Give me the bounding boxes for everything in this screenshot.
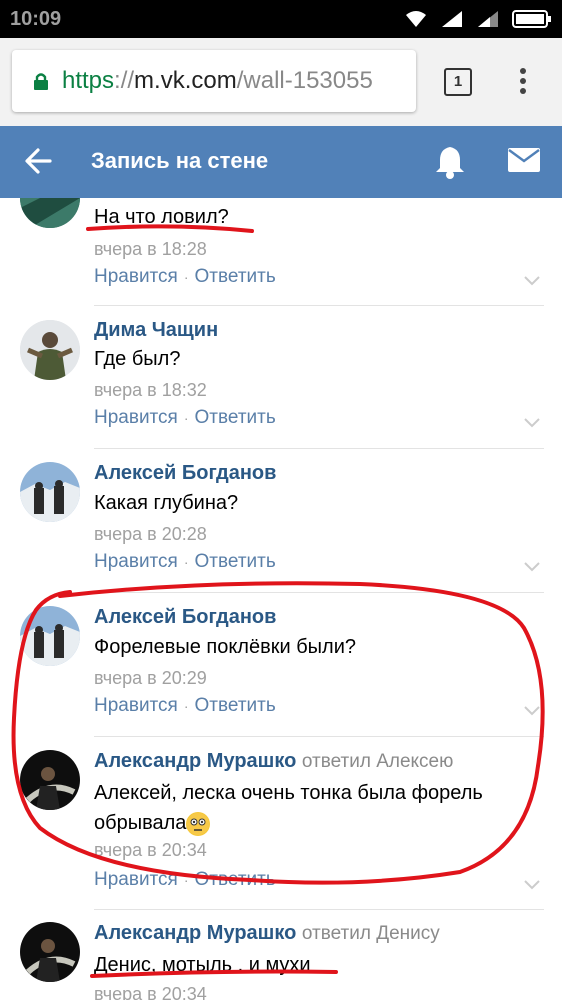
mail-icon[interactable] <box>508 148 540 172</box>
status-bar: 10:09 <box>0 0 562 38</box>
separator-dot: · <box>183 554 189 570</box>
author-name[interactable]: Алексей Богданов <box>94 462 276 484</box>
author-name[interactable]: Александр Мурашко <box>94 750 296 772</box>
divider <box>94 736 544 737</box>
signal-icon <box>442 11 462 27</box>
avatar[interactable] <box>20 198 80 228</box>
address-bar[interactable]: https://m.vk.com/wall-153055 <box>12 50 416 112</box>
comment-text: Денис, мотыль , и мухи <box>94 954 311 976</box>
like-link[interactable]: Нравится <box>94 407 178 428</box>
chevron-down-icon[interactable] <box>524 418 540 428</box>
flushed-face-emoji-icon <box>186 811 211 836</box>
comment-text: Где был? <box>94 348 181 370</box>
like-link[interactable]: Нравится <box>94 869 178 890</box>
separator-dot: · <box>183 698 189 714</box>
comment-text: На что ловил? <box>94 206 229 228</box>
url-text: https://m.vk.com/wall-153055 <box>62 67 373 95</box>
url-host: m.vk.com <box>134 67 237 94</box>
author-name[interactable]: Александр Мурашко <box>94 922 296 944</box>
reply-link[interactable]: Ответить <box>195 551 276 572</box>
reply-to-label: ответил Денису <box>301 923 440 944</box>
avatar[interactable] <box>20 320 80 380</box>
bell-icon[interactable] <box>434 144 466 180</box>
status-time: 10:09 <box>10 8 62 30</box>
comment-item: Алексей Богданов Какая глубина? вчера в … <box>0 450 562 594</box>
chevron-down-icon[interactable] <box>524 706 540 716</box>
comment-item: Александр Мурашко ответил Алексею Алексе… <box>0 738 562 910</box>
reply-link[interactable]: Ответить <box>195 695 276 716</box>
author-name[interactable]: Дима Чащин <box>94 319 218 341</box>
browser-toolbar: https://m.vk.com/wall-153055 1 <box>0 38 562 126</box>
comment-text: Алексей, леска очень тонка была форель о… <box>94 778 534 838</box>
avatar[interactable] <box>20 462 80 522</box>
url-path: /wall-153055 <box>236 67 373 94</box>
author-name[interactable]: Алексей Богданов <box>94 606 276 628</box>
comment-text: Какая глубина? <box>94 492 239 514</box>
comment-time: вчера в 20:28 <box>94 524 207 544</box>
comment-time: вчера в 20:34 <box>94 984 207 1000</box>
separator-dot: · <box>183 269 189 285</box>
comment-item: Алексей Богданов Форелевые поклёвки были… <box>0 594 562 738</box>
separator-dot: · <box>183 410 189 426</box>
comment-author[interactable]: Дима Чащин <box>94 319 218 342</box>
comment-author[interactable]: Алексей Богданов <box>94 606 276 629</box>
wifi-icon <box>406 11 426 27</box>
comment-actions: Нравится · Ответить <box>94 695 276 717</box>
comment-author[interactable]: Алексей Богданов <box>94 462 276 485</box>
like-link[interactable]: Нравится <box>94 551 178 572</box>
like-link[interactable]: Нравится <box>94 266 178 287</box>
comment-author[interactable]: Александр Мурашко ответил Денису <box>94 922 440 945</box>
avatar[interactable] <box>20 606 80 666</box>
url-scheme: https <box>62 67 115 94</box>
comment-text: Форелевые поклёвки были? <box>94 636 357 658</box>
status-icons <box>404 9 552 29</box>
comment-item: Дима Чащин Где был? вчера в 18:32 Нравит… <box>0 306 562 450</box>
comment-text-content: Алексей, леска очень тонка была форель о… <box>94 782 483 834</box>
comments-feed: На что ловил? вчера в 18:28 Нравится · Отв… <box>0 198 562 1000</box>
comment-time: вчера в 20:34 <box>94 840 207 860</box>
chevron-down-icon[interactable] <box>524 276 540 286</box>
comment-actions: Нравится · Ответить <box>94 407 276 429</box>
chevron-down-icon[interactable] <box>524 562 540 572</box>
signal-icon-2 <box>478 11 498 27</box>
url-separator: :// <box>114 67 135 94</box>
app-header: Запись на стене <box>0 126 562 198</box>
lock-icon <box>34 73 48 90</box>
comment-actions: Нравится · Ответить <box>94 266 276 288</box>
comment-actions: Нравится · Ответить <box>94 551 276 573</box>
separator-dot: · <box>183 872 189 888</box>
reply-link[interactable]: Ответить <box>195 266 276 287</box>
comment-item: На что ловил? вчера в 18:28 Нравится · Отв… <box>0 198 562 308</box>
overflow-menu-button[interactable] <box>518 68 528 96</box>
divider <box>94 592 544 593</box>
comment-author[interactable]: Александр Мурашко ответил Алексею <box>94 750 453 773</box>
comment-item: Александр Мурашко ответил Денису Денис, … <box>0 910 562 1000</box>
like-link[interactable]: Нравится <box>94 695 178 716</box>
avatar[interactable] <box>20 922 80 982</box>
comment-actions: Нравится · Ответить <box>94 869 276 891</box>
reply-to-label: ответил Алексею <box>301 751 454 772</box>
reply-link[interactable]: Ответить <box>195 869 276 890</box>
battery-icon <box>512 10 551 28</box>
back-arrow-icon[interactable] <box>24 146 52 176</box>
page-title: Запись на стене <box>91 148 269 173</box>
reply-link[interactable]: Ответить <box>195 407 276 428</box>
tab-switcher-button[interactable]: 1 <box>444 68 472 96</box>
comment-time: вчера в 18:28 <box>94 239 207 259</box>
avatar[interactable] <box>20 750 80 810</box>
divider <box>94 448 544 449</box>
comment-time: вчера в 18:32 <box>94 380 207 400</box>
comment-time: вчера в 20:29 <box>94 668 207 688</box>
chevron-down-icon[interactable] <box>524 880 540 890</box>
